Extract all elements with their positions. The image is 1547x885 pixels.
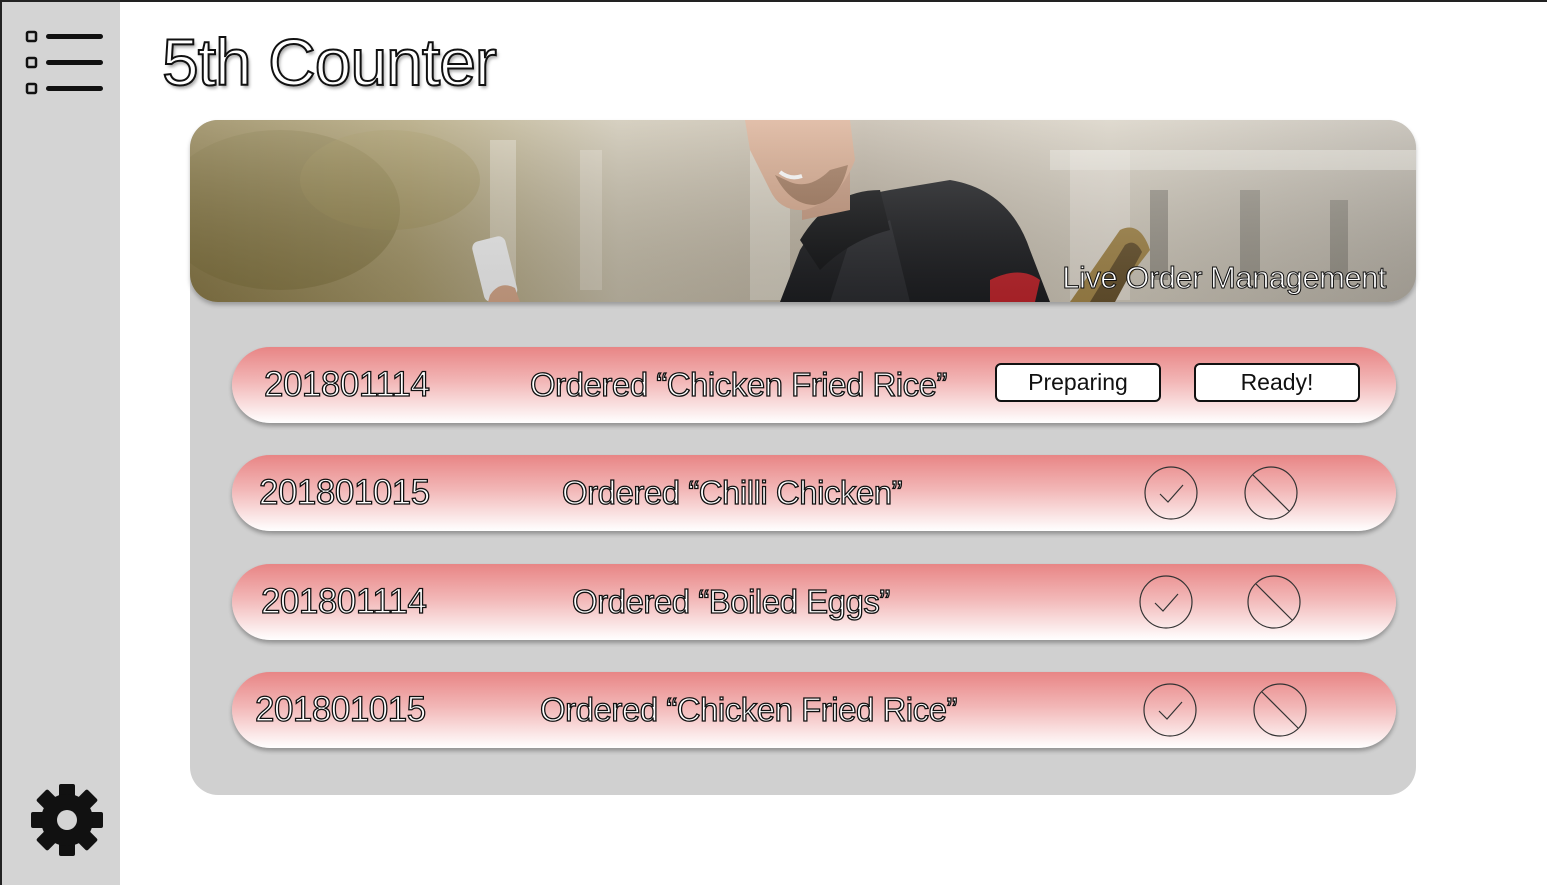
list-menu-icon[interactable] [24, 28, 104, 98]
order-row: 201801114 Ordered “Chicken Fried Rice” P… [232, 347, 1396, 423]
gear-icon[interactable] [29, 782, 105, 858]
app-title: 5th Counter [161, 24, 498, 100]
check-icon[interactable] [1138, 574, 1194, 630]
order-id: 201801114 [260, 581, 427, 621]
check-icon[interactable] [1142, 682, 1198, 738]
order-row: 201801114 Ordered “Boiled Eggs” [232, 564, 1396, 640]
order-description: Ordered “Boiled Eggs” [571, 582, 891, 620]
order-id: 201801114 [263, 364, 430, 404]
order-description: Ordered “Chicken Fried Rice” [539, 690, 958, 728]
order-description: Ordered “Chicken Fried Rice” [529, 365, 948, 403]
check-icon[interactable] [1143, 465, 1199, 521]
order-id: 201801015 [254, 689, 427, 729]
banner-title: Live Order Management [1062, 260, 1387, 296]
block-icon[interactable] [1252, 682, 1308, 738]
app-window: 5th Counter Live Order Management 201801… [0, 0, 1547, 885]
order-row: 201801015 Ordered “Chilli Chicken” [232, 455, 1396, 531]
order-description: Ordered “Chilli Chicken” [561, 473, 903, 511]
sidebar [2, 2, 120, 885]
order-row: 201801015 Ordered “Chicken Fried Rice” [232, 672, 1396, 748]
ready-button[interactable]: Ready! [1194, 363, 1360, 402]
block-icon[interactable] [1243, 465, 1299, 521]
orders-panel: Live Order Management 201801114 Ordered … [190, 120, 1416, 795]
preparing-button[interactable]: Preparing [995, 363, 1161, 402]
block-icon[interactable] [1246, 574, 1302, 630]
banner: Live Order Management [190, 120, 1416, 302]
order-id: 201801015 [258, 472, 431, 512]
